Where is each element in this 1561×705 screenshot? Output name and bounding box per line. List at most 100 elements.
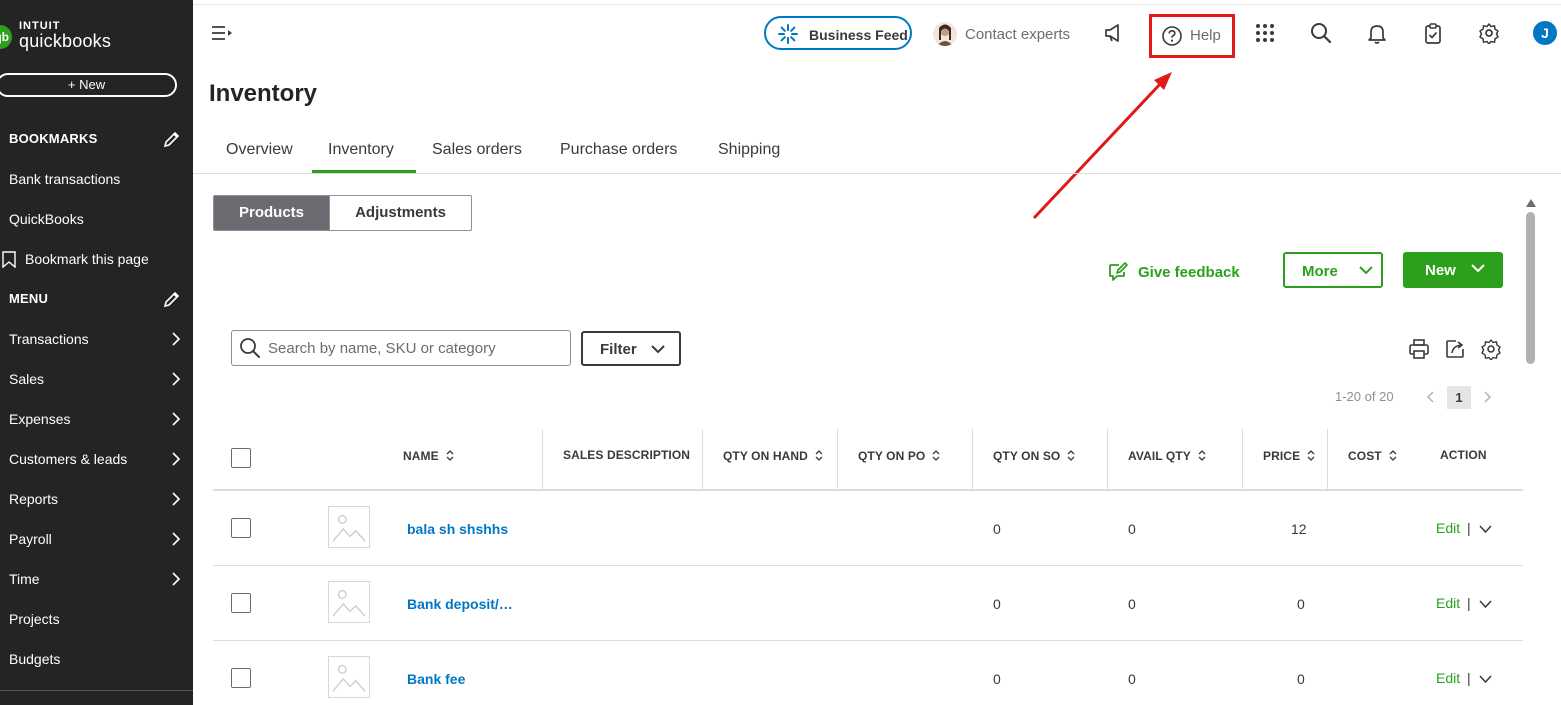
chevron-right-icon [172, 532, 181, 546]
edit-link[interactable]: Edit [1436, 670, 1460, 686]
edit-link[interactable]: Edit [1436, 520, 1460, 536]
column-divider [972, 429, 973, 490]
new-item-button[interactable]: New [1403, 252, 1503, 288]
product-name-link[interactable]: bala sh shshhs [407, 521, 508, 537]
tab-inventory[interactable]: Inventory [328, 141, 394, 159]
column-header-label: COST [1348, 449, 1382, 463]
chevron-right-icon [172, 452, 181, 466]
chevron-right-icon [172, 332, 181, 346]
scrollbar-thumb[interactable] [1526, 212, 1535, 364]
edit-link[interactable]: Edit [1436, 595, 1460, 611]
column-header-price[interactable]: PRICE [1263, 449, 1315, 463]
bell-icon[interactable] [1366, 22, 1388, 44]
user-avatar[interactable]: J [1533, 21, 1557, 45]
sidebar-new-button[interactable]: + New [0, 73, 177, 97]
sidebar-item-budgets[interactable]: Budgets [0, 639, 193, 679]
sidebar-item-label: Bank transactions [9, 171, 121, 187]
price-value: 0 [1297, 596, 1305, 612]
column-header-qty-on-so[interactable]: QTY ON SO [993, 449, 1075, 463]
bookmark-icon [2, 251, 16, 268]
column-header-label: PRICE [1263, 449, 1301, 463]
tab-purchase-orders[interactable]: Purchase orders [560, 141, 677, 159]
sort-icon [1307, 450, 1315, 461]
annotation-arrow-icon [1032, 72, 1172, 220]
chevron-down-icon[interactable] [1479, 525, 1492, 533]
scroll-up-arrow-icon[interactable] [1526, 199, 1536, 207]
column-header-label: QTY ON HAND [723, 449, 808, 463]
feedback-pencil-icon [1109, 262, 1128, 281]
qb-logo-icon: qb [0, 25, 12, 49]
clipboard-check-icon[interactable] [1422, 22, 1444, 44]
image-placeholder-icon [328, 581, 370, 623]
chevron-down-icon[interactable] [1479, 675, 1492, 683]
sidebar-item-label: Time [9, 571, 40, 587]
column-header-sales-description[interactable]: SALES DESCRIPTION [563, 448, 690, 462]
column-header-qty-on-po[interactable]: QTY ON PO [858, 449, 940, 463]
tab-shipping[interactable]: Shipping [718, 141, 780, 159]
collapse-menu-icon[interactable] [211, 25, 233, 41]
sidebar-item-sales[interactable]: Sales [0, 359, 193, 399]
qty-on-so-value: 0 [993, 671, 1001, 687]
search-icon [240, 338, 260, 358]
price-value: 12 [1291, 521, 1307, 537]
adjustments-segment[interactable]: Adjustments [329, 196, 471, 230]
row-checkbox[interactable] [231, 518, 251, 538]
sidebar-item-projects[interactable]: Projects [0, 599, 193, 639]
chevron-right-icon [172, 412, 181, 426]
product-search-input[interactable] [268, 337, 563, 359]
column-header-name[interactable]: NAME [403, 449, 454, 463]
tabs-divider [193, 173, 1561, 174]
sidebar-item-label: Projects [9, 611, 60, 627]
sidebar-item-expenses[interactable]: Expenses [0, 399, 193, 439]
tab-sales-orders[interactable]: Sales orders [432, 141, 522, 159]
next-page-chevron-icon[interactable] [1482, 391, 1492, 403]
chevron-down-icon [1471, 264, 1485, 273]
chevron-down-icon[interactable] [1479, 600, 1492, 608]
chevron-down-icon [1359, 266, 1373, 275]
previous-page-chevron-icon[interactable] [1426, 391, 1436, 403]
sidebar-bookmark-bank-transactions[interactable]: Bank transactions [0, 159, 193, 199]
column-header-qty-on-hand[interactable]: QTY ON HAND [723, 449, 823, 463]
sidebar-bookmark-quickbooks[interactable]: QuickBooks [0, 199, 193, 239]
megaphone-icon[interactable] [1103, 22, 1125, 44]
search-icon[interactable] [1310, 22, 1332, 44]
sidebar-item-label: Transactions [9, 331, 89, 347]
sidebar-item-transactions[interactable]: Transactions [0, 319, 193, 359]
quickbooks-logo[interactable]: qb INTUIT quickbooks [0, 19, 120, 53]
filter-button[interactable]: Filter [581, 331, 681, 366]
column-divider [542, 429, 543, 490]
product-name-link[interactable]: Bank fee [407, 671, 465, 687]
current-page-number[interactable]: 1 [1447, 386, 1471, 409]
print-icon[interactable] [1408, 338, 1430, 360]
row-divider [213, 565, 1523, 566]
sidebar-item-customers-leads[interactable]: Customers & leads [0, 439, 193, 479]
table-settings-gear-icon[interactable] [1480, 338, 1502, 360]
sidebar-item-reports[interactable]: Reports [0, 479, 193, 519]
qty-on-so-value: 0 [993, 596, 1001, 612]
select-all-checkbox[interactable] [231, 448, 251, 468]
sidebar-item-time[interactable]: Time [0, 559, 193, 599]
row-checkbox[interactable] [231, 668, 251, 688]
products-segment[interactable]: Products [214, 196, 329, 230]
export-icon[interactable] [1444, 338, 1466, 360]
edit-bookmarks-pencil-icon[interactable] [163, 130, 181, 148]
sidebar-item-payroll[interactable]: Payroll [0, 519, 193, 559]
business-feed-button[interactable]: Business Feed [764, 16, 912, 50]
pagination-range: 1-20 of 20 [1335, 389, 1394, 404]
more-button[interactable]: More [1283, 252, 1383, 288]
qty-on-so-value: 0 [993, 521, 1001, 537]
edit-menu-pencil-icon[interactable] [163, 290, 181, 308]
quickbooks-wordmark: quickbooks [19, 31, 112, 51]
action-separator: | [1467, 520, 1471, 536]
product-name-link[interactable]: Bank deposit/… [407, 596, 513, 612]
column-header-avail-qty[interactable]: AVAIL QTY [1128, 449, 1206, 463]
bookmark-this-page-button[interactable]: Bookmark this page [0, 239, 193, 279]
row-checkbox[interactable] [231, 593, 251, 613]
column-header-label: NAME [403, 449, 439, 463]
help-button[interactable]: Help [1149, 14, 1235, 58]
column-header-cost[interactable]: COST [1348, 449, 1397, 463]
gear-icon[interactable] [1478, 22, 1500, 44]
tab-overview[interactable]: Overview [226, 141, 293, 159]
page-title: Inventory [209, 80, 318, 107]
apps-grid-icon[interactable] [1254, 22, 1276, 44]
